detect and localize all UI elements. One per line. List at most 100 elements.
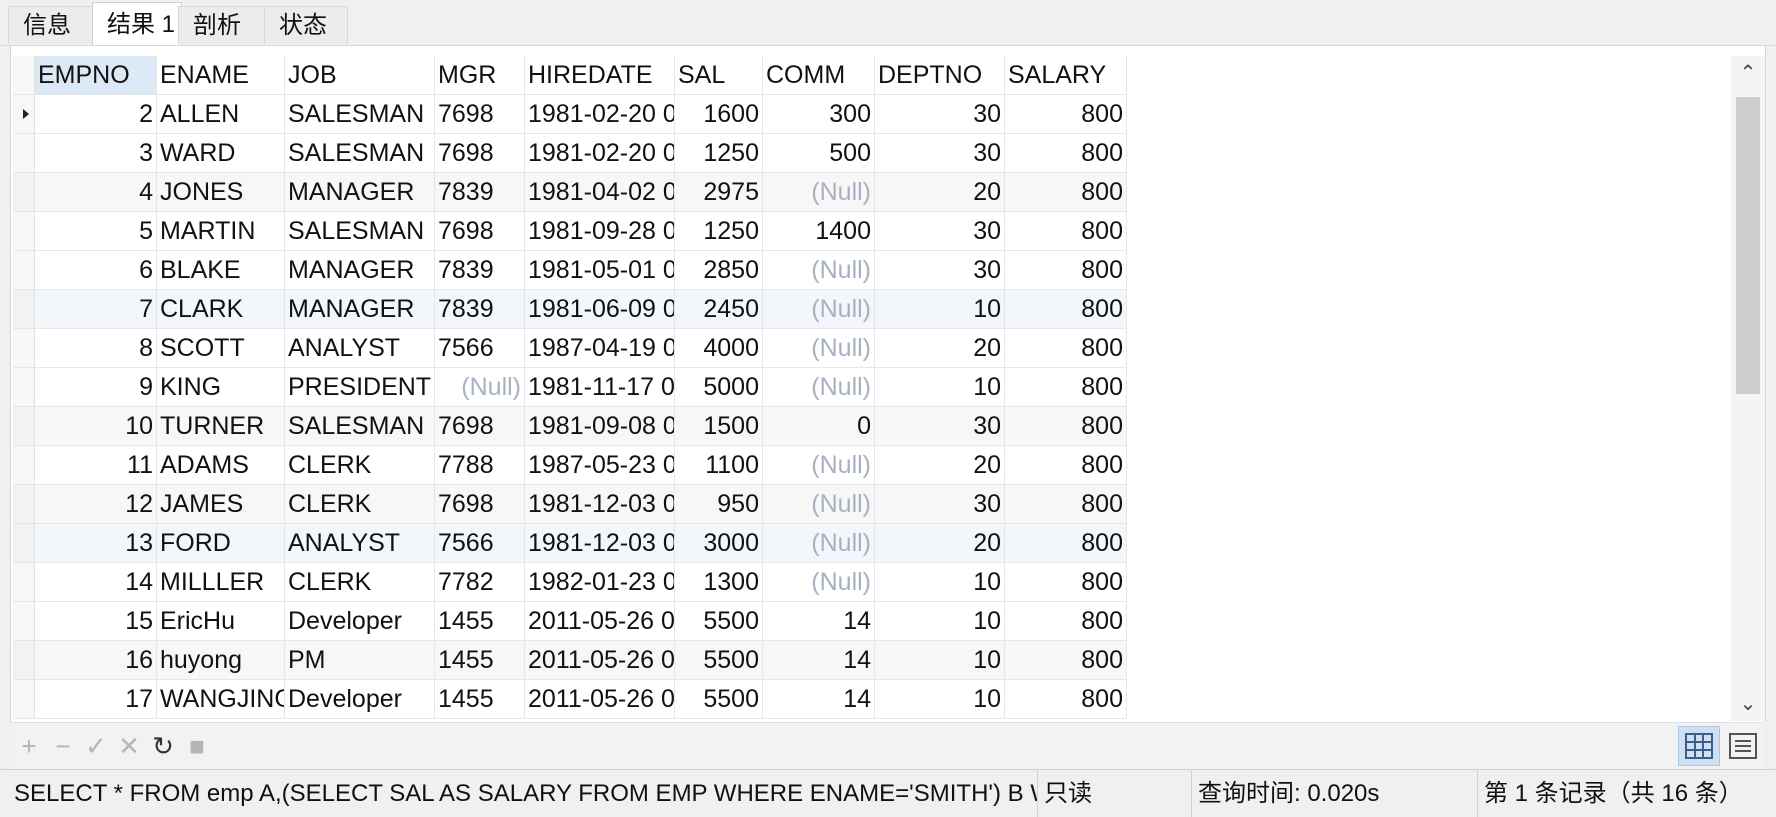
column-header-sal[interactable]: SAL (675, 56, 763, 95)
cell-sal[interactable]: 1300 (675, 563, 763, 602)
row-selector[interactable] (13, 212, 35, 251)
cell-hiredate[interactable]: 1981-09-28 00:00:00 (525, 212, 675, 251)
cell-deptno[interactable]: 10 (875, 290, 1005, 329)
cell-job[interactable]: MANAGER (285, 251, 435, 290)
cell-empno[interactable]: 8 (35, 329, 157, 368)
cell-ename[interactable]: JAMES (157, 485, 285, 524)
cell-deptno[interactable]: 30 (875, 407, 1005, 446)
cell-empno[interactable]: 13 (35, 524, 157, 563)
cell-comm[interactable]: (Null) (763, 368, 875, 407)
cell-comm[interactable]: 0 (763, 407, 875, 446)
cell-comm[interactable]: 14 (763, 602, 875, 641)
cell-sal[interactable]: 5500 (675, 641, 763, 680)
cell-hiredate[interactable]: 2011-05-26 00:00:00 (525, 602, 675, 641)
row-selector[interactable] (13, 290, 35, 329)
cell-sal[interactable]: 3000 (675, 524, 763, 563)
cell-comm[interactable]: (Null) (763, 290, 875, 329)
row-selector[interactable] (13, 173, 35, 212)
cell-comm[interactable]: 1400 (763, 212, 875, 251)
cell-salary[interactable]: 800 (1005, 251, 1127, 290)
cell-salary[interactable]: 800 (1005, 485, 1127, 524)
cell-hiredate[interactable]: 1981-05-01 00:00:00 (525, 251, 675, 290)
cell-empno[interactable]: 17 (35, 680, 157, 719)
cell-hiredate[interactable]: 1981-02-20 00:00:00 (525, 95, 675, 134)
cell-mgr[interactable]: 7566 (435, 329, 525, 368)
cell-hiredate[interactable]: 1981-04-02 00:00:00 (525, 173, 675, 212)
cell-mgr[interactable]: 7839 (435, 290, 525, 329)
cell-deptno[interactable]: 30 (875, 251, 1005, 290)
cell-sal[interactable]: 1250 (675, 134, 763, 173)
row-selector[interactable] (13, 485, 35, 524)
cell-hiredate[interactable]: 2011-05-26 00:00:00 (525, 641, 675, 680)
cell-hiredate[interactable]: 2011-05-26 00:00:00 (525, 680, 675, 719)
cell-empno[interactable]: 2 (35, 95, 157, 134)
cell-empno[interactable]: 7 (35, 290, 157, 329)
cell-mgr[interactable]: 7782 (435, 563, 525, 602)
row-selector[interactable] (13, 602, 35, 641)
row-selector[interactable] (13, 446, 35, 485)
cell-comm[interactable]: (Null) (763, 173, 875, 212)
cell-ename[interactable]: ADAMS (157, 446, 285, 485)
row-selector[interactable] (13, 524, 35, 563)
cell-comm[interactable]: (Null) (763, 485, 875, 524)
cell-empno[interactable]: 6 (35, 251, 157, 290)
cell-ename[interactable]: EricHu (157, 602, 285, 641)
cell-hiredate[interactable]: 1981-06-09 00:00:00 (525, 290, 675, 329)
cell-salary[interactable]: 800 (1005, 290, 1127, 329)
cell-empno[interactable]: 11 (35, 446, 157, 485)
cell-ename[interactable]: huyong (157, 641, 285, 680)
cell-ename[interactable]: SCOTT (157, 329, 285, 368)
cell-job[interactable]: PM (285, 641, 435, 680)
cell-salary[interactable]: 800 (1005, 602, 1127, 641)
row-selector[interactable] (13, 563, 35, 602)
cell-empno[interactable]: 16 (35, 641, 157, 680)
cell-salary[interactable]: 800 (1005, 641, 1127, 680)
cell-ename[interactable]: TURNER (157, 407, 285, 446)
cell-mgr[interactable]: 1455 (435, 602, 525, 641)
cell-mgr[interactable]: 7698 (435, 485, 525, 524)
cell-hiredate[interactable]: 1987-04-19 00:00:00 (525, 329, 675, 368)
cell-salary[interactable]: 800 (1005, 563, 1127, 602)
cell-salary[interactable]: 800 (1005, 407, 1127, 446)
vertical-scrollbar[interactable]: ⌃ ⌄ (1731, 56, 1765, 721)
cell-job[interactable]: CLERK (285, 563, 435, 602)
cell-empno[interactable]: 5 (35, 212, 157, 251)
cell-sal[interactable]: 5500 (675, 680, 763, 719)
cell-sal[interactable]: 950 (675, 485, 763, 524)
cell-comm[interactable]: 14 (763, 680, 875, 719)
cell-hiredate[interactable]: 1981-12-03 00:00:00 (525, 485, 675, 524)
cell-sal[interactable]: 1600 (675, 95, 763, 134)
cell-deptno[interactable]: 10 (875, 641, 1005, 680)
cell-empno[interactable]: 4 (35, 173, 157, 212)
cell-sal[interactable]: 5000 (675, 368, 763, 407)
column-header-empno[interactable]: EMPNO (35, 56, 157, 95)
cell-job[interactable]: ANALYST (285, 524, 435, 563)
cell-job[interactable]: Developer (285, 680, 435, 719)
cell-sal[interactable]: 5500 (675, 602, 763, 641)
cell-hiredate[interactable]: 1987-05-23 00:00:00 (525, 446, 675, 485)
cell-job[interactable]: SALESMAN (285, 407, 435, 446)
cell-comm[interactable]: 500 (763, 134, 875, 173)
cell-mgr[interactable]: 7698 (435, 407, 525, 446)
cell-mgr[interactable]: 7566 (435, 524, 525, 563)
cell-salary[interactable]: 800 (1005, 173, 1127, 212)
cell-mgr[interactable]: (Null) (435, 368, 525, 407)
cell-deptno[interactable]: 20 (875, 329, 1005, 368)
cell-comm[interactable]: (Null) (763, 251, 875, 290)
cell-empno[interactable]: 12 (35, 485, 157, 524)
cell-hiredate[interactable]: 1981-02-20 00:00:00 (525, 134, 675, 173)
cell-ename[interactable]: BLAKE (157, 251, 285, 290)
cell-hiredate[interactable]: 1981-09-08 00:00:00 (525, 407, 675, 446)
cell-salary[interactable]: 800 (1005, 524, 1127, 563)
row-selector[interactable] (13, 368, 35, 407)
tab-result-1[interactable]: 结果 1 (92, 2, 182, 46)
cell-mgr[interactable]: 7839 (435, 251, 525, 290)
cell-job[interactable]: Developer (285, 602, 435, 641)
cell-ename[interactable]: KING (157, 368, 285, 407)
row-selector[interactable] (13, 641, 35, 680)
cell-deptno[interactable]: 20 (875, 173, 1005, 212)
cell-salary[interactable]: 800 (1005, 212, 1127, 251)
cell-deptno[interactable]: 10 (875, 368, 1005, 407)
cell-deptno[interactable]: 30 (875, 95, 1005, 134)
cell-sal[interactable]: 2975 (675, 173, 763, 212)
